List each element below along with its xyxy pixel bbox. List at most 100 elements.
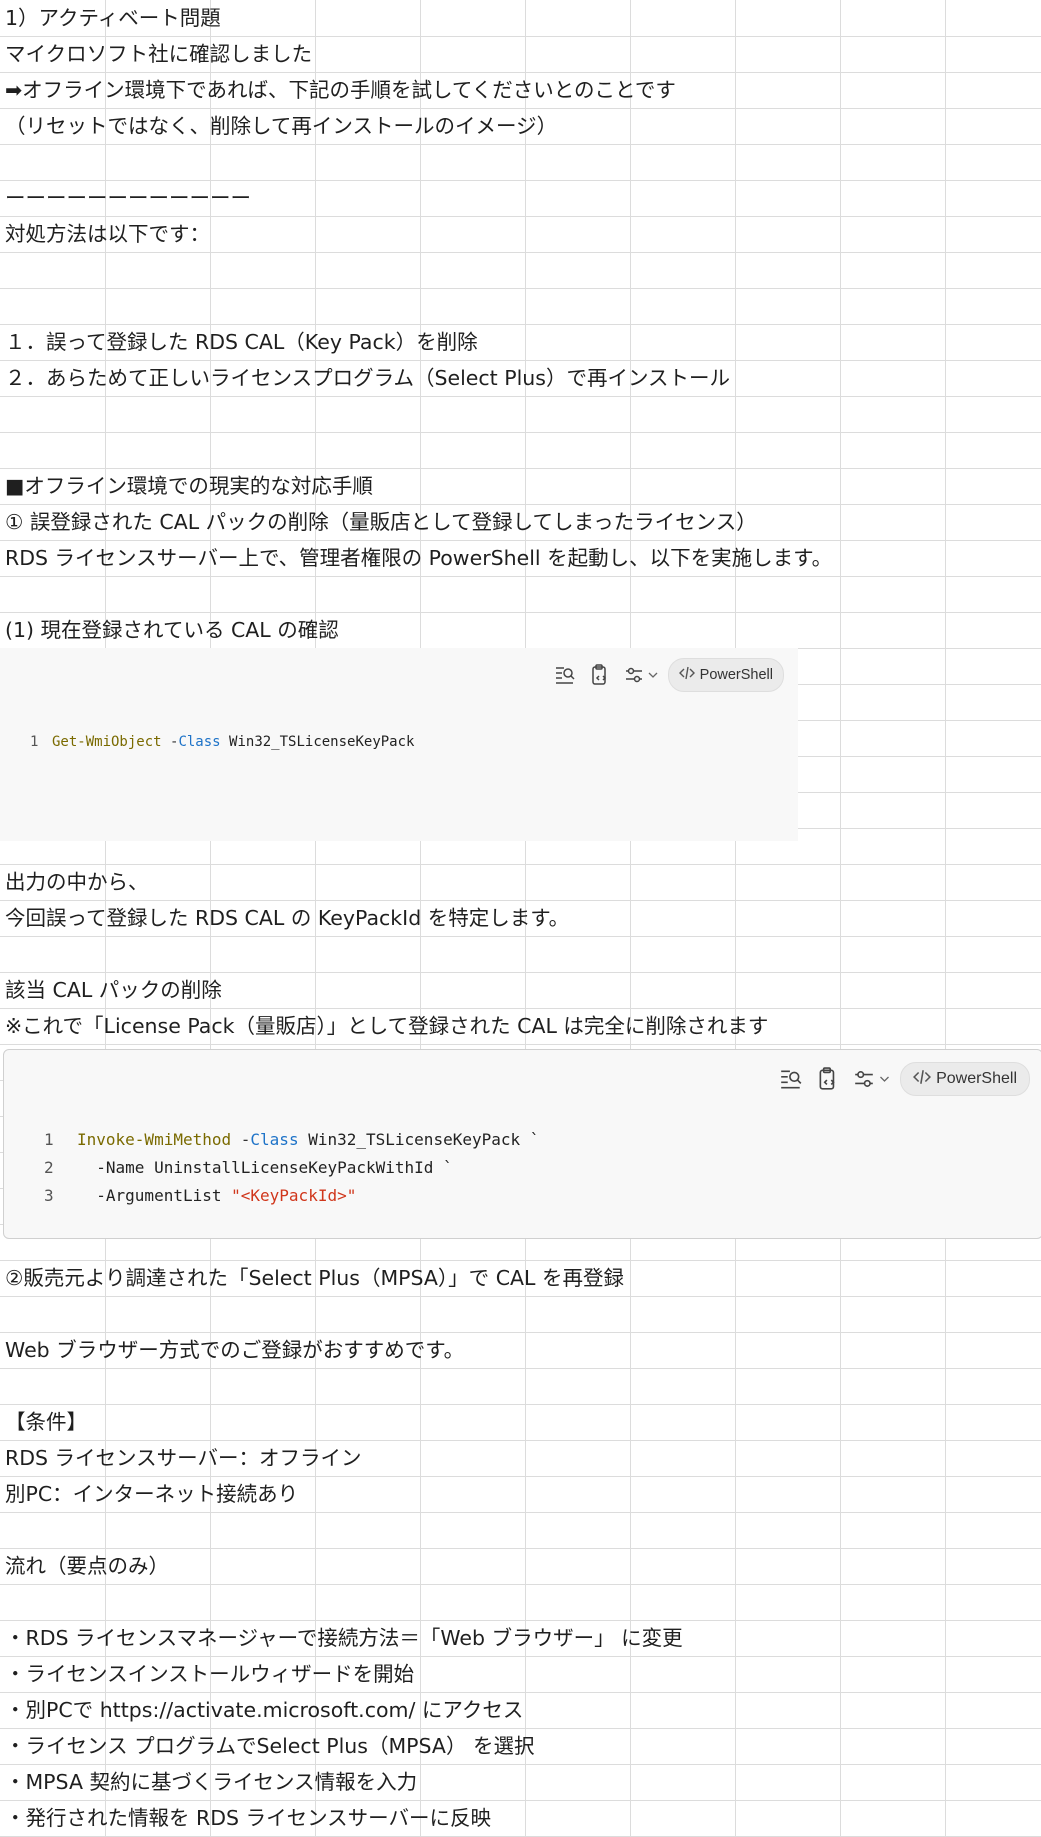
sheet-row: RDS ライセンスサーバー上で、管理者権限の PowerShell を起動し、以… [0, 540, 1041, 576]
sheet-row: ・ライセンス プログラムでSelect Plus（MPSA） を選択 [0, 1728, 1041, 1764]
cell-text[interactable]: 該当 CAL パックの削除 [5, 972, 222, 1008]
cell-text[interactable]: １．誤って登録した RDS CAL（Key Pack）を削除 [5, 324, 478, 360]
sheet-row: ■オフライン環境での現実的な対応手順 [0, 468, 1041, 504]
line-number: 1 [30, 734, 39, 750]
sheet-row [0, 396, 1041, 432]
sheet-row [0, 1296, 1041, 1332]
parameter-keyword-token: Class [250, 1130, 299, 1149]
sheet-row: ②販売元より調達された「Select Plus（MPSA）」で CAL を再登録 [0, 1260, 1041, 1296]
code-line: 3 -ArgumentList "<KeyPackId>" [44, 1182, 539, 1210]
language-badge[interactable]: PowerShell [667, 658, 784, 692]
cell-text[interactable]: 今回誤って登録した RDS CAL の KeyPackId を特定します。 [5, 900, 569, 936]
cell-text[interactable]: ２．あらためて正しいライセンスプログラム（Select Plus）で再インストー… [5, 360, 730, 396]
spreadsheet-sheet: 1）アクティベート問題 マイクロソフト社に確認しました ➡オフライン環境下であれば、… [0, 0, 1041, 1837]
cell-text[interactable]: ① 誤登録された CAL パックの削除（量販店として登録してしまったライセンス） [5, 504, 757, 540]
cell-text[interactable]: (1) 現在登録されている CAL の確認 [5, 612, 339, 648]
cell-text[interactable]: マイクロソフト社に確認しました [5, 36, 312, 72]
sheet-row: 別PC：インターネット接続あり [0, 1476, 1041, 1512]
parameter-keyword-token: Class [178, 734, 221, 750]
chevron-down-icon[interactable] [648, 671, 658, 679]
sheet-row: ・発行された情報を RDS ライセンスサーバーに反映 [0, 1800, 1041, 1836]
language-label: PowerShell [699, 667, 773, 683]
cell-text[interactable]: ➡オフライン環境下であれば、下記の手順を試してくださいとのことです [5, 72, 676, 108]
cell-text[interactable]: 出力の中から、 [5, 864, 149, 900]
cell-text[interactable]: ・発行された情報を RDS ライセンスサーバーに反映 [5, 1800, 491, 1836]
cell-text[interactable]: ・ライセンス プログラムでSelect Plus（MPSA） を選択 [5, 1728, 534, 1764]
code-brackets-icon [913, 1069, 932, 1090]
sheet-row: (1) 現在登録されている CAL の確認 [0, 612, 1041, 648]
sheet-row [0, 936, 1041, 972]
sheet-row [0, 1368, 1041, 1404]
code-text-token: -ArgumentList [96, 1186, 232, 1205]
code-block-invoke-wmimethod: PowerShell 1 Invoke-WmiMethod -Class Win3… [3, 1049, 1041, 1239]
chevron-down-icon[interactable] [879, 1075, 890, 1083]
cell-text[interactable]: ・別PCで https://activate.microsoft.com/ にア… [5, 1692, 523, 1728]
sheet-row: 流れ（要点のみ） [0, 1548, 1041, 1584]
sheet-row: 対処方法は以下です： [0, 216, 1041, 252]
sheet-row: 該当 CAL パックの削除 [0, 972, 1041, 1008]
sheet-row: 1）アクティベート問題 [0, 0, 1041, 36]
cell-text[interactable]: 別PC：インターネット接続あり [5, 1476, 298, 1512]
sheet-row: 今回誤って登録した RDS CAL の KeyPackId を特定します。 [0, 900, 1041, 936]
search-in-code-icon[interactable] [554, 664, 576, 686]
code-toolbar: PowerShell [779, 1062, 1030, 1096]
cell-text[interactable]: ※これで「License Pack（量販店）」として登録された CAL は完全に… [5, 1008, 768, 1044]
cell-text[interactable]: 【条件】 [5, 1404, 87, 1440]
cell-text[interactable]: Web ブラウザー方式でのご登録がおすすめです。 [5, 1332, 464, 1368]
code-text-token: -Name UninstallLicenseKeyPackWithId ` [96, 1158, 453, 1177]
language-badge[interactable]: PowerShell [900, 1062, 1030, 1096]
cell-text[interactable]: ・ライセンスインストールウィザードを開始 [5, 1656, 414, 1692]
search-in-code-icon[interactable] [779, 1067, 803, 1091]
copy-code-icon[interactable] [817, 1067, 839, 1091]
sheet-row: 【条件】 [0, 1404, 1041, 1440]
sheet-row: Web ブラウザー方式でのご登録がおすすめです。 [0, 1332, 1041, 1368]
sheet-row [0, 1584, 1041, 1620]
options-icon[interactable] [853, 1068, 875, 1090]
line-number: 2 [44, 1158, 54, 1177]
cell-text[interactable]: 1）アクティベート問題 [5, 0, 221, 36]
sheet-row: ーーーーーーーーーーーー [0, 180, 1041, 216]
code-line: 1 Get-WmiObject -Class Win32_TSLicenseKey… [30, 728, 414, 756]
cell-text[interactable]: ②販売元より調達された「Select Plus（MPSA）」で CAL を再登録 [5, 1260, 624, 1296]
code-toolbar: PowerShell [554, 658, 784, 692]
sheet-row: ① 誤登録された CAL パックの削除（量販店として登録してしまったライセンス） [0, 504, 1041, 540]
line-number: 1 [44, 1130, 54, 1149]
cell-text[interactable]: RDS ライセンスサーバー上で、管理者権限の PowerShell を起動し、以… [5, 540, 832, 576]
sheet-row [0, 432, 1041, 468]
sheet-row [0, 252, 1041, 288]
language-label: PowerShell [936, 1070, 1017, 1087]
cmdlet-token: Get-WmiObject [52, 734, 162, 750]
cell-text[interactable]: ・MPSA 契約に基づくライセンス情報を入力 [5, 1764, 417, 1800]
cell-text[interactable]: 対処方法は以下です： [5, 216, 210, 252]
cell-text[interactable]: 流れ（要点のみ） [5, 1548, 169, 1584]
string-literal-token: "<KeyPackId>" [231, 1186, 357, 1205]
sheet-row: １．誤って登録した RDS CAL（Key Pack）を削除 [0, 324, 1041, 360]
code-text-token: Win32_TSLicenseKeyPack [220, 734, 415, 750]
code-line: 1 Invoke-WmiMethod -Class Win32_TSLicense… [44, 1126, 539, 1154]
cell-text[interactable]: ・RDS ライセンスマネージャーで接続方法＝「Web ブラウザー」 に変更 [5, 1620, 683, 1656]
sheet-row: ➡オフライン環境下であれば、下記の手順を試してくださいとのことです [0, 72, 1041, 108]
sheet-row: 出力の中から、 [0, 864, 1041, 900]
options-icon[interactable] [624, 665, 644, 685]
code-text-token: Win32_TSLicenseKeyPack ` [298, 1130, 540, 1149]
sheet-row: ・ライセンスインストールウィザードを開始 [0, 1656, 1041, 1692]
cell-text[interactable]: （リセットではなく、削除して再インストールのイメージ） [5, 108, 557, 144]
sheet-row: ・別PCで https://activate.microsoft.com/ にア… [0, 1692, 1041, 1728]
sheet-row: ・RDS ライセンスマネージャーで接続方法＝「Web ブラウザー」 に変更 [0, 1620, 1041, 1656]
cell-text[interactable]: ■オフライン環境での現実的な対応手順 [5, 468, 373, 504]
cell-text[interactable]: RDS ライセンスサーバー：オフライン [5, 1440, 361, 1476]
code-block-get-wmiobject: PowerShell 1 Get-WmiObject -Class Win32_T… [0, 648, 798, 841]
code-brackets-icon [678, 666, 695, 684]
sheet-row [0, 576, 1041, 612]
copy-code-icon[interactable] [590, 664, 610, 686]
sheet-row [0, 288, 1041, 324]
code-line: 2 -Name UninstallLicenseKeyPackWithId ` [44, 1154, 539, 1182]
sheet-row: ２．あらためて正しいライセンスプログラム（Select Plus）で再インストー… [0, 360, 1041, 396]
cmdlet-token: Invoke-WmiMethod [77, 1130, 232, 1149]
sheet-row: ・MPSA 契約に基づくライセンス情報を入力 [0, 1764, 1041, 1800]
cell-text[interactable]: ーーーーーーーーーーーー [5, 180, 251, 216]
